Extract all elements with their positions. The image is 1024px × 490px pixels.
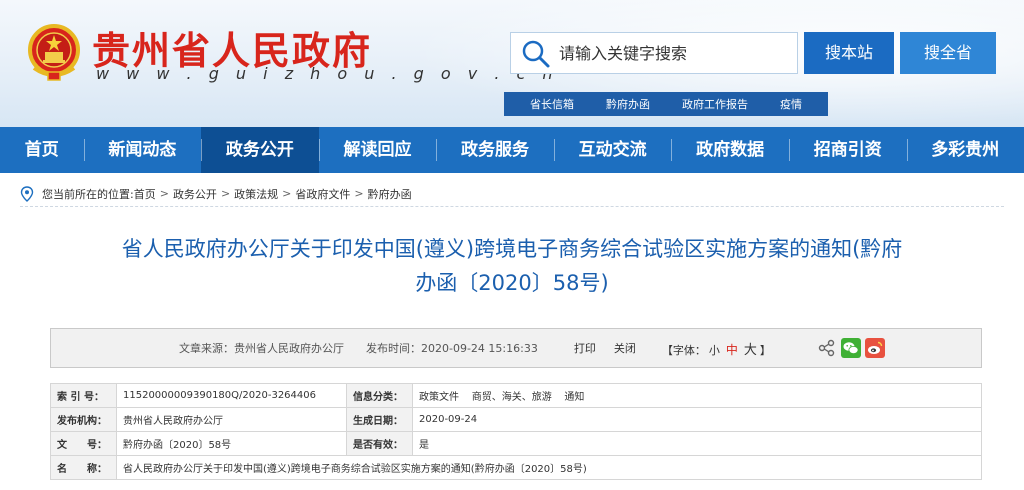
meta-label-name: 名 称： [50, 455, 117, 480]
nav-item-gov-data[interactable]: 政府数据 [671, 127, 789, 173]
breadcrumb-separator: > [282, 187, 292, 200]
font-size-medium-button[interactable]: 中 [726, 343, 738, 357]
nav-item-interpretation[interactable]: 解读回应 [318, 127, 437, 173]
quick-links-bar: 省长信箱 黔府办函 政府工作报告 疫情 [504, 92, 828, 116]
article-info-bar: 文章来源：贵州省人民政府办公厅 发布时间：2020-09-24 15:16:33… [50, 328, 982, 368]
document-meta-table: 索 引 号： 11520000009390180Q/2020-3264406 信… [50, 383, 982, 480]
site-url: w w w . g u i z h o u . g o v . c n [96, 64, 559, 83]
main-nav: 首页 新闻动态 政务公开 解读回应 政务服务 互动交流 政府数据 招商引资 多彩… [0, 127, 1024, 173]
meta-label-index: 索 引 号： [50, 383, 117, 408]
breadcrumb-prefix: 您当前所在的位置: [42, 187, 134, 201]
nav-item-investment[interactable]: 招商引资 [788, 127, 907, 173]
breadcrumb: 您当前所在的位置: 首页 > 政务公开 > 政策法规 > 省政府文件 > 黔府办… [20, 181, 1004, 207]
search-icon [522, 40, 550, 68]
meta-label-docno: 文 号： [50, 431, 117, 456]
article-title-line-2: 办函〔2020〕58号) [415, 271, 609, 295]
font-size-control: 【字体：小中大】 [662, 339, 771, 358]
quick-link-qianfu-bangong[interactable]: 黔府办函 [606, 96, 650, 112]
article-title: 省人民政府办公厅关于印发中国(遵义)跨境电子商务综合试验区实施方案的通知(黔府 … [40, 232, 984, 300]
meta-value-index: 11520000009390180Q/2020-3264406 [116, 383, 347, 408]
breadcrumb-item-home[interactable]: 首页 [134, 186, 156, 202]
breadcrumb-separator: > [354, 187, 364, 200]
font-size-prefix: 【字体： [661, 343, 706, 357]
site-header: 贵州省人民政府 w w w . g u i z h o u . g o v . … [0, 0, 1024, 127]
meta-label-category: 信息分类： [346, 383, 413, 408]
meta-label-date: 生成日期： [346, 407, 413, 432]
location-pin-icon [20, 185, 34, 202]
meta-label-issuer: 发布机构： [50, 407, 117, 432]
nav-item-interaction[interactable]: 互动交流 [553, 127, 672, 173]
nav-item-colorful-guizhou[interactable]: 多彩贵州 [906, 127, 1024, 173]
print-button[interactable]: 打印 [574, 340, 596, 356]
quick-link-epidemic[interactable]: 疫情 [780, 96, 802, 112]
table-row: 索 引 号： 11520000009390180Q/2020-3264406 信… [50, 383, 982, 408]
weibo-icon[interactable] [864, 338, 885, 358]
search-input[interactable] [559, 41, 789, 65]
share-icon[interactable] [817, 338, 837, 358]
search-province-button[interactable]: 搜全省 [900, 32, 996, 74]
national-emblem-icon[interactable] [24, 22, 84, 84]
quick-link-governor-mailbox[interactable]: 省长信箱 [530, 96, 574, 112]
breadcrumb-separator: > [159, 187, 169, 200]
close-button[interactable]: 关闭 [614, 340, 636, 356]
font-size-small-button[interactable]: 小 [709, 344, 720, 357]
search-site-button[interactable]: 搜本站 [804, 32, 894, 74]
article-title-line-1: 省人民政府办公厅关于印发中国(遵义)跨境电子商务综合试验区实施方案的通知(黔府 [121, 237, 903, 261]
table-row: 文 号： 黔府办函〔2020〕58号 是否有效： 是 [50, 431, 982, 456]
breadcrumb-item-gov-affairs[interactable]: 政务公开 [173, 186, 217, 202]
search-box [510, 32, 798, 74]
nav-item-gov-affairs[interactable]: 政务公开 [201, 127, 319, 173]
wechat-icon[interactable] [840, 338, 861, 358]
nav-item-services[interactable]: 政务服务 [436, 127, 554, 173]
nav-item-home[interactable]: 首页 [0, 127, 84, 173]
meta-label-valid: 是否有效： [346, 431, 413, 456]
breadcrumb-item-policies[interactable]: 政策法规 [234, 186, 278, 202]
share-buttons [817, 338, 889, 358]
breadcrumb-item-provincial-docs[interactable]: 省政府文件 [295, 186, 350, 202]
publish-time: 发布时间：2020-09-24 15:16:33 [366, 342, 538, 355]
font-size-suffix: 】 [759, 343, 771, 357]
breadcrumb-item-qianfu-banhan[interactable]: 黔府办函 [368, 186, 412, 202]
meta-value-docno: 黔府办函〔2020〕58号 [116, 431, 347, 456]
meta-value-date: 2020-09-24 [412, 407, 982, 432]
meta-value-issuer: 贵州省人民政府办公厅 [116, 407, 347, 432]
table-row: 发布机构： 贵州省人民政府办公厅 生成日期： 2020-09-24 [50, 407, 982, 432]
breadcrumb-separator: > [220, 187, 231, 200]
meta-value-valid: 是 [412, 431, 982, 456]
nav-item-news[interactable]: 新闻动态 [83, 127, 202, 173]
meta-value-category: 政策文件 商贸、海关、旅游 通知 [412, 383, 982, 408]
font-size-large-button[interactable]: 大 [744, 343, 757, 358]
quick-link-work-report[interactable]: 政府工作报告 [682, 96, 748, 112]
table-row: 名 称： 省人民政府办公厅关于印发中国(遵义)跨境电子商务综合试验区实施方案的通… [50, 455, 982, 480]
meta-value-name: 省人民政府办公厅关于印发中国(遵义)跨境电子商务综合试验区实施方案的通知(黔府办… [116, 455, 982, 480]
article-source: 文章来源：贵州省人民政府办公厅 [179, 342, 344, 355]
